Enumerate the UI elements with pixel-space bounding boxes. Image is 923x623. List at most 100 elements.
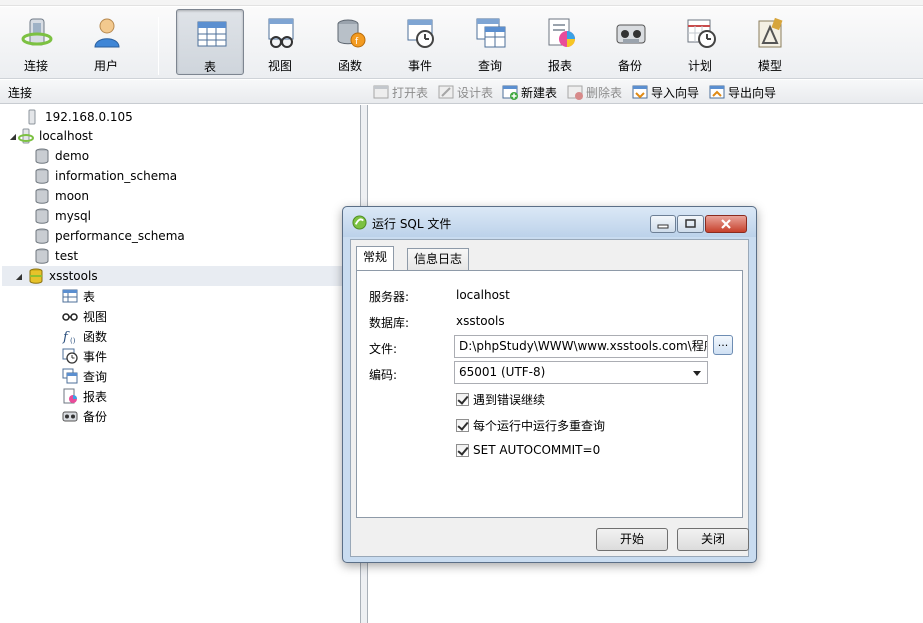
delete-table-button[interactable]: 删除表 xyxy=(567,83,622,101)
database-value: xsstools xyxy=(456,314,505,328)
toolbar-model-label: 模型 xyxy=(757,59,782,73)
tree-object-tables[interactable]: 表 xyxy=(62,286,95,306)
event-icon xyxy=(407,19,434,48)
toolbar-user-label: 用户 xyxy=(93,59,118,73)
toolbar-event-button[interactable]: 事件 xyxy=(386,9,454,75)
tree-object-label: 视图 xyxy=(83,309,108,324)
tree-database-moon[interactable]: moon xyxy=(34,186,89,206)
encoding-select[interactable]: 65001 (UTF-8) xyxy=(454,361,708,384)
svg-text:f: f xyxy=(62,330,70,344)
tree-database-label: demo xyxy=(55,149,90,163)
tree-database-mysql[interactable]: mysql xyxy=(34,206,91,226)
open-table-button[interactable]: 打开表 xyxy=(373,83,428,101)
backup-icon xyxy=(616,24,646,44)
database-icon xyxy=(35,228,49,244)
new-table-label: 新建表 xyxy=(521,85,558,100)
tree-database-label: performance_schema xyxy=(55,229,185,243)
model-icon xyxy=(758,17,783,48)
tree-object-label: 报表 xyxy=(83,389,108,404)
toolbar-backup-button[interactable]: 备份 xyxy=(596,9,664,75)
server-connected-icon xyxy=(18,128,34,144)
tab-general[interactable]: 常规 xyxy=(356,246,395,270)
export-wizard-button[interactable]: 导出向导 xyxy=(709,83,776,101)
user-icon xyxy=(94,18,120,48)
file-path-input[interactable]: D:\phpStudy\WWW\www.xsstools.com\程序 xyxy=(454,335,708,358)
report-icon xyxy=(548,18,575,47)
tree-object-label: 备份 xyxy=(83,409,108,424)
connection-tree: 192.168.0.105 ◢ localhost demo informati… xyxy=(0,105,361,623)
continue-on-error-label: 遇到错误继续 xyxy=(473,393,546,407)
tree-object-functions[interactable]: f () 函数 xyxy=(62,326,107,346)
tree-database-xsstools[interactable]: ◢ xsstools xyxy=(2,266,358,286)
minimize-icon xyxy=(657,224,669,229)
function-icon: f () xyxy=(62,330,76,344)
menu-bar xyxy=(0,0,923,6)
autocommit-checkbox[interactable]: SET AUTOCOMMIT=0 xyxy=(456,443,600,457)
new-table-button[interactable]: 新建表 xyxy=(502,83,557,101)
connection-pane-title: 连接 xyxy=(8,86,33,100)
continue-on-error-checkbox[interactable]: 遇到错误继续 xyxy=(456,391,545,408)
object-toolbar: 连接 打开表 设计表 新建表 删除表 导入向导 导出向导 xyxy=(0,80,923,104)
design-table-label: 设计表 xyxy=(457,85,494,100)
tree-object-label: 表 xyxy=(83,289,96,304)
database-icon xyxy=(35,188,49,204)
tree-object-queries[interactable]: 查询 xyxy=(62,366,107,386)
schedule-icon xyxy=(687,19,716,48)
maximize-button[interactable] xyxy=(677,215,704,233)
tree-database-label: information_schema xyxy=(55,169,178,183)
open-table-icon xyxy=(373,85,389,99)
connection-icon xyxy=(21,18,53,46)
encoding-label: 编码: xyxy=(369,368,398,382)
toolbar-schedule-button[interactable]: 计划 xyxy=(666,9,734,75)
start-button[interactable]: 开始 xyxy=(596,528,668,551)
dialog-title-bar[interactable]: 运行 SQL 文件 xyxy=(343,207,756,237)
design-table-button[interactable]: 设计表 xyxy=(438,83,493,101)
toolbar-view-label: 视图 xyxy=(267,59,292,73)
import-wizard-button[interactable]: 导入向导 xyxy=(632,83,699,101)
view-icon xyxy=(268,18,294,48)
tree-object-views[interactable]: 视图 xyxy=(62,306,107,326)
import-wizard-icon xyxy=(632,85,648,99)
database-open-icon xyxy=(29,268,43,284)
database-icon xyxy=(35,208,49,224)
toolbar-view-button[interactable]: 视图 xyxy=(246,9,314,75)
toolbar-report-button[interactable]: 报表 xyxy=(526,9,594,75)
tree-database-demo[interactable]: demo xyxy=(34,146,89,166)
backup-icon xyxy=(62,411,78,422)
export-wizard-label: 导出向导 xyxy=(728,85,777,100)
tree-database-performance-schema[interactable]: performance_schema xyxy=(34,226,185,246)
toolbar-user-button[interactable]: 用户 xyxy=(72,9,140,75)
design-table-icon xyxy=(438,85,454,99)
close-window-button[interactable] xyxy=(705,215,747,233)
toolbar-model-button[interactable]: 模型 xyxy=(736,9,804,75)
event-icon xyxy=(62,348,78,364)
toolbar-function-button[interactable]: f 函数 xyxy=(316,9,384,75)
tab-message-log[interactable]: 信息日志 xyxy=(407,248,470,270)
toolbar-backup-label: 备份 xyxy=(617,59,642,73)
tree-connection-192-168-0-105[interactable]: 192.168.0.105 xyxy=(14,107,133,127)
toolbar-connection-button[interactable]: 连接 xyxy=(2,9,70,75)
tree-connection-label: localhost xyxy=(39,129,93,143)
run-sql-file-dialog: 运行 SQL 文件 常规 信息日志 服务器: localhost 数据库: xs… xyxy=(342,206,757,563)
toolbar-query-button[interactable]: 查询 xyxy=(456,9,524,75)
tree-database-test[interactable]: test xyxy=(34,246,78,266)
toolbar-table-button[interactable]: 表 xyxy=(176,9,244,75)
tree-object-events[interactable]: 事件 xyxy=(62,346,107,366)
import-wizard-label: 导入向导 xyxy=(651,85,700,100)
tree-object-backups[interactable]: 备份 xyxy=(62,406,107,426)
multiple-queries-checkbox[interactable]: 每个运行中运行多重查询 xyxy=(456,417,605,434)
minimize-button[interactable] xyxy=(650,215,676,233)
encoding-selected-value: 65001 (UTF-8) xyxy=(459,365,546,379)
expand-arrow-icon[interactable]: ◢ xyxy=(14,272,24,281)
tree-connection-localhost[interactable]: ◢ localhost xyxy=(8,126,93,146)
server-disconnected-icon xyxy=(28,109,36,125)
database-icon xyxy=(35,248,49,264)
close-button[interactable]: 关闭 xyxy=(677,528,749,551)
dialog-title: 运行 SQL 文件 xyxy=(372,217,452,231)
browse-file-button[interactable]: ... xyxy=(713,335,733,355)
expand-arrow-icon[interactable]: ◢ xyxy=(8,132,18,141)
toolbar-separator xyxy=(158,17,159,75)
tree-object-reports[interactable]: 报表 xyxy=(62,386,107,406)
open-table-label: 打开表 xyxy=(392,85,429,100)
tree-database-information-schema[interactable]: information_schema xyxy=(34,166,177,186)
